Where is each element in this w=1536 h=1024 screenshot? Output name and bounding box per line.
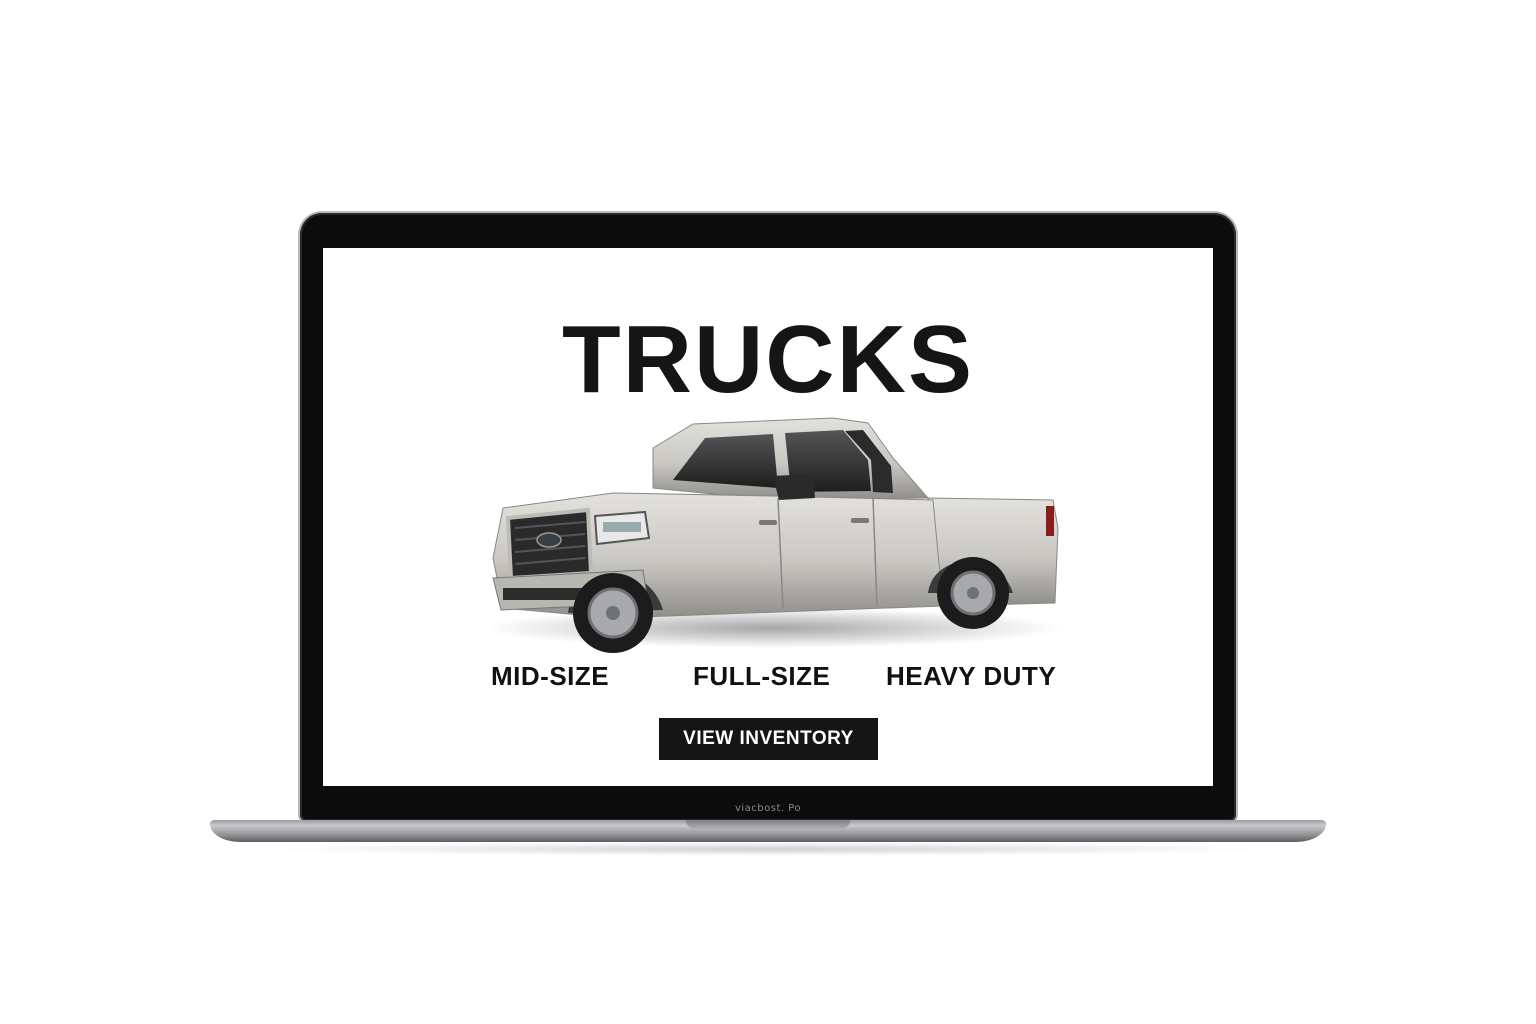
lid-notch	[686, 820, 850, 829]
view-inventory-button[interactable]: VIEW INVENTORY	[659, 718, 878, 760]
laptop-base	[210, 820, 1326, 842]
laptop-screen: TRUCKS MID-SIZE FULL-SIZE HEAVY DUTY VIE…	[323, 248, 1213, 786]
bezel-label: viacbost. Po	[734, 803, 802, 814]
truck-categories: MID-SIZE FULL-SIZE HEAVY DUTY	[323, 661, 1213, 701]
pickup-truck-image	[483, 417, 1063, 653]
category-heavy-duty[interactable]: HEAVY DUTY	[886, 661, 1056, 692]
category-full-size[interactable]: FULL-SIZE	[693, 661, 830, 692]
laptop-lid: TRUCKS MID-SIZE FULL-SIZE HEAVY DUTY VIE…	[300, 213, 1236, 821]
category-mid-size[interactable]: MID-SIZE	[491, 661, 609, 692]
laptop-shadow	[260, 842, 1276, 856]
